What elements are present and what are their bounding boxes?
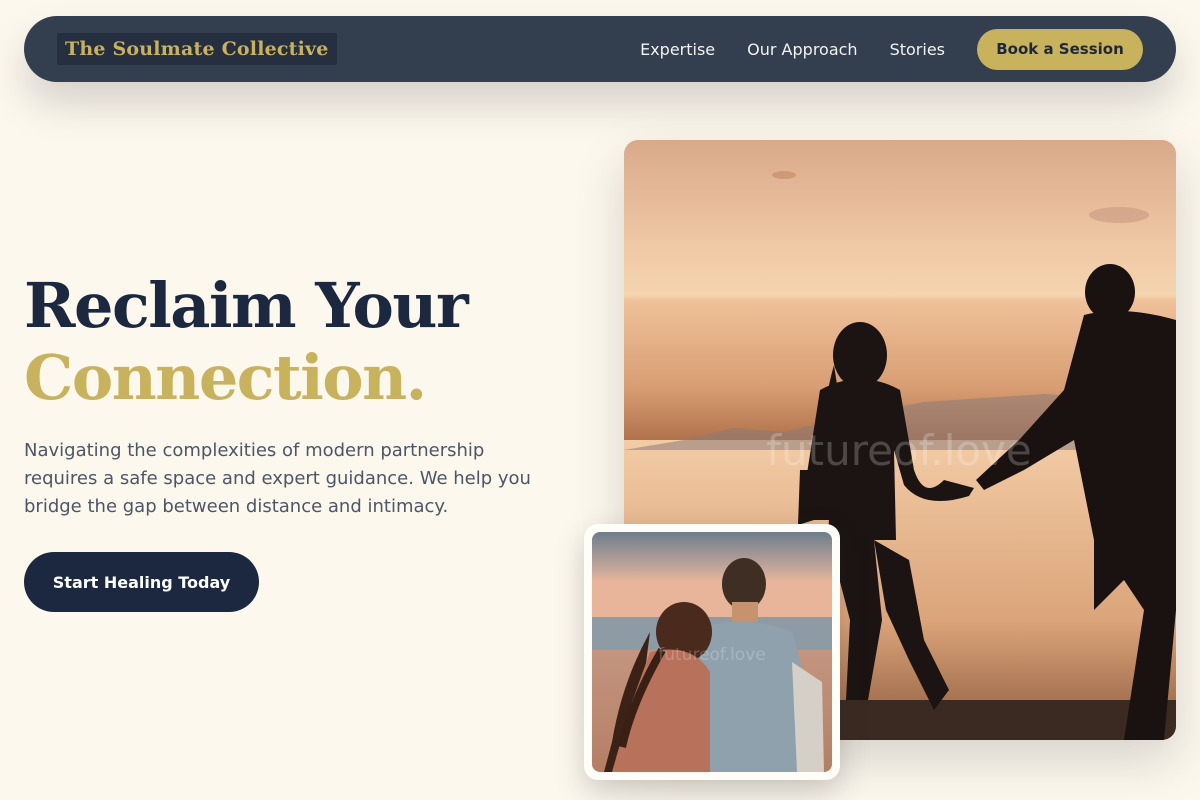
- nav-link-expertise[interactable]: Expertise: [640, 40, 715, 59]
- nav-link-our-approach[interactable]: Our Approach: [747, 40, 857, 59]
- nav-links: Expertise Our Approach Stories Book a Se…: [640, 28, 1143, 70]
- inset-photo-watermark: futureof.love: [658, 645, 765, 665]
- book-session-button[interactable]: Book a Session: [977, 28, 1143, 70]
- hero-title: Reclaim Your Connection.: [24, 269, 469, 414]
- hero-title-line-2: Connection.: [24, 341, 427, 414]
- main-photo-watermark: futureof.love: [766, 426, 1032, 475]
- start-healing-button[interactable]: Start Healing Today: [24, 552, 259, 612]
- inset-photo-couple-beach: futureof.love: [592, 532, 832, 772]
- inset-photo-frame: futureof.love: [584, 524, 840, 780]
- nav-link-stories[interactable]: Stories: [890, 40, 945, 59]
- brand-logo[interactable]: The Soulmate Collective: [57, 33, 337, 65]
- top-navbar: The Soulmate Collective Expertise Our Ap…: [24, 16, 1176, 82]
- hero-title-line-1: Reclaim Your: [24, 269, 469, 342]
- beach-couple-illustration: futureof.love: [592, 532, 832, 772]
- hero-description: Navigating the complexities of modern pa…: [24, 440, 531, 517]
